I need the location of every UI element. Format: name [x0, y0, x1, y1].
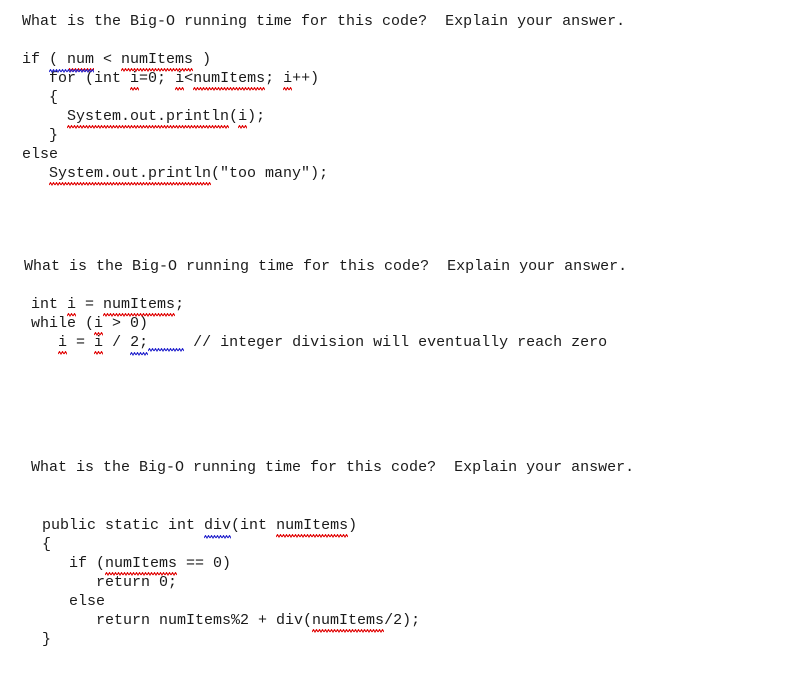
code-line: int i = numItems; [31, 295, 607, 317]
code-text: ++) [292, 70, 320, 87]
code-text: = [76, 296, 104, 313]
grammar-error-squiggle: 2; [130, 334, 149, 356]
code-text: /2); [384, 612, 421, 629]
code-text: return numItems%2 + div( [42, 612, 313, 629]
spelling-error-squiggle: i [94, 315, 104, 336]
code-line: while (i > 0) [31, 314, 607, 336]
spelling-error-squiggle: i [94, 334, 104, 355]
question-2-code-block: int i = numItems; while (i > 0) i = i / 2… [31, 295, 608, 356]
code-line: } [42, 630, 420, 649]
code-text: int [31, 296, 68, 313]
code-text: =0; [139, 70, 176, 87]
code-text: if ( [42, 555, 106, 572]
code-text: ; [265, 70, 284, 87]
spelling-error-squiggle: i [67, 296, 77, 317]
code-text: ( [229, 108, 239, 125]
spelling-error-squiggle: numItems [193, 70, 266, 91]
spelling-error-squiggle: System.out.println [67, 108, 230, 129]
code-text: ) [348, 517, 358, 534]
code-text: for (int [22, 70, 131, 87]
code-text: == 0) [177, 555, 232, 572]
code-text: (int [231, 517, 277, 534]
code-text: else [42, 593, 106, 610]
code-line: else [42, 592, 420, 611]
question-3-prompt: What is the Big-O running time for this … [31, 459, 635, 476]
code-text: return 0; [42, 574, 178, 591]
code-text: = [67, 334, 95, 351]
code-text: { [42, 536, 52, 553]
code-line: if ( num < numItems ) [22, 50, 328, 73]
code-line: if (numItems == 0) [42, 554, 420, 576]
code-text: while ( [31, 315, 95, 332]
spelling-error-squiggle: i [238, 108, 248, 129]
document-page: What is the Big-O running time for this … [0, 0, 795, 693]
grammar-error-squiggle: div [204, 517, 232, 539]
code-line: return numItems%2 + div(numItems/2); [42, 611, 421, 633]
spelling-error-squiggle: numItems [121, 51, 194, 72]
code-line: } [22, 126, 328, 145]
code-text: < [184, 70, 194, 87]
code-text: public static int [42, 517, 205, 534]
question-1-code-block: if ( num < numItems ) for (int i=0; i<nu… [22, 50, 329, 186]
code-text: ("too many"); [211, 165, 329, 182]
spelling-error-squiggle: i [175, 70, 185, 91]
spelling-error-squiggle: i [283, 70, 293, 91]
spelling-error-squiggle: numItems [105, 555, 178, 576]
code-text: < [94, 51, 122, 68]
code-line: System.out.println(i); [22, 107, 328, 129]
code-text: ) [193, 51, 212, 68]
spelling-error-squiggle: numItems [103, 296, 176, 317]
code-text: ); [247, 108, 266, 125]
code-line: { [22, 88, 328, 107]
spelling-error-squiggle: numItems [276, 517, 349, 538]
spelling-error-squiggle: i [130, 70, 140, 91]
code-text: } [22, 127, 59, 144]
code-text: } [42, 631, 52, 648]
code-line: { [42, 535, 420, 554]
code-line: public static int div(int numItems) [42, 516, 420, 539]
code-text: { [22, 89, 59, 106]
grammar-squiggle-trailing [148, 348, 184, 352]
code-text: ; [175, 296, 185, 313]
code-line: return 0; [42, 573, 420, 592]
spelling-error-squiggle: numItems [312, 612, 385, 633]
code-text: else [22, 146, 59, 163]
spelling-error-squiggle [67, 50, 95, 72]
code-line: for (int i=0; i<numItems; i++) [22, 69, 328, 91]
code-text: // integer division will eventually reac… [148, 334, 608, 351]
spelling-error-squiggle: System.out.println [49, 165, 212, 186]
question-1-prompt: What is the Big-O running time for this … [22, 13, 626, 30]
spelling-error-squiggle: i [58, 334, 68, 355]
code-line: i = i / 2; // integer division will even… [31, 333, 608, 356]
grammar-error-squiggle: ( num [49, 50, 95, 73]
code-line: else [22, 145, 328, 164]
code-line: System.out.println("too many"); [22, 164, 329, 186]
question-2-prompt: What is the Big-O running time for this … [24, 258, 628, 275]
code-text: / [103, 334, 131, 351]
question-3-code-block: public static int div(int numItems){ if … [42, 516, 420, 649]
code-text: > 0) [103, 315, 149, 332]
code-text: if [22, 51, 50, 68]
